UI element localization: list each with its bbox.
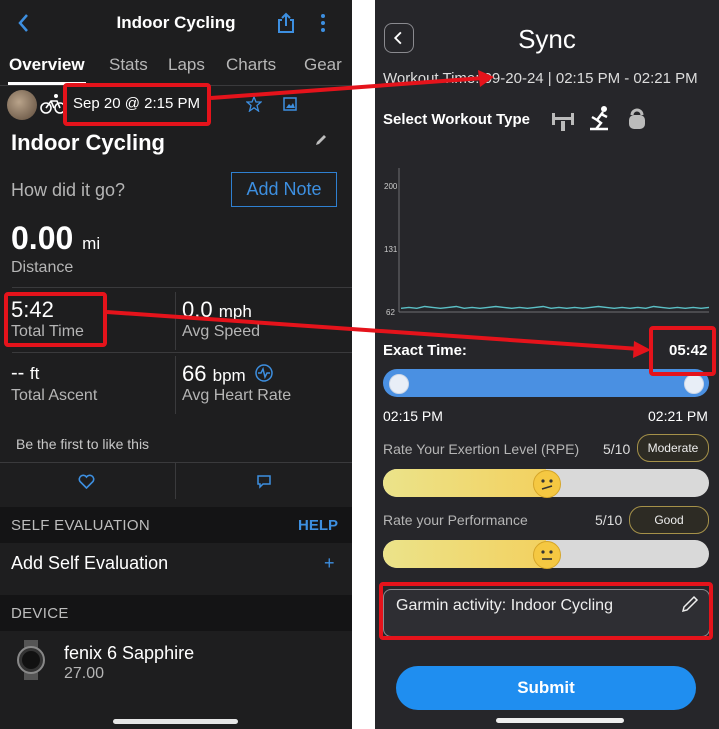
section-header: SELF EVALUATION bbox=[11, 517, 150, 534]
select-workout-type-label: Select Workout Type bbox=[383, 111, 530, 128]
more-options-icon[interactable] bbox=[316, 12, 330, 34]
how-did-it-go-prompt: How did it go? bbox=[11, 180, 126, 200]
end-time: 02:21 PM bbox=[648, 408, 708, 424]
divider bbox=[0, 462, 352, 463]
distance-value: 0.00 mi bbox=[11, 220, 101, 256]
distance-unit: mi bbox=[82, 234, 101, 253]
distance-label: Distance bbox=[11, 259, 74, 276]
y-tick-label: 62 bbox=[386, 308, 395, 317]
rpe-label: Rate Your Exertion Level (RPE) bbox=[383, 441, 580, 457]
device-version: 27.00 bbox=[64, 665, 105, 682]
avatar[interactable] bbox=[7, 90, 37, 120]
avg-speed-label: Avg Speed bbox=[182, 323, 260, 340]
tab-charts[interactable]: Charts bbox=[226, 55, 276, 75]
rpe-slider-fill bbox=[383, 469, 546, 497]
home-indicator bbox=[496, 718, 624, 723]
section-header: DEVICE bbox=[11, 605, 69, 622]
pencil-icon[interactable] bbox=[314, 133, 328, 147]
add-self-evaluation[interactable]: Add Self Evaluation bbox=[11, 553, 168, 574]
heart-rate-icon[interactable] bbox=[255, 364, 273, 382]
device-section: DEVICE bbox=[0, 595, 352, 631]
star-icon[interactable] bbox=[246, 96, 262, 112]
comment-icon[interactable] bbox=[256, 474, 272, 489]
speed-unit: mph bbox=[218, 302, 252, 321]
total-ascent-value: -- ft bbox=[11, 362, 40, 384]
strength-workout-icon[interactable] bbox=[550, 105, 576, 133]
heart-rate-chart: 200 131 62 bbox=[384, 168, 710, 317]
total-ascent-label: Total Ascent bbox=[11, 387, 98, 404]
avg-heart-rate-value: 66 bpm bbox=[182, 361, 246, 386]
exact-time-highlight-box bbox=[649, 326, 716, 376]
rpe-badge: Moderate bbox=[637, 434, 709, 462]
photo-icon[interactable] bbox=[282, 96, 298, 112]
screen-title: Indoor Cycling bbox=[116, 13, 236, 32]
submit-button[interactable]: Submit bbox=[396, 666, 696, 710]
tab-overview[interactable]: Overview bbox=[9, 55, 85, 75]
top-bar: Indoor Cycling bbox=[0, 0, 352, 46]
add-note-button[interactable]: Add Note bbox=[231, 172, 337, 207]
divider bbox=[175, 356, 176, 414]
device-name[interactable]: fenix 6 Sapphire bbox=[64, 643, 194, 664]
divider bbox=[175, 462, 176, 499]
performance-slider-fill bbox=[383, 540, 546, 568]
note-highlight-box bbox=[379, 582, 713, 640]
date-highlight-box bbox=[63, 83, 211, 126]
self-evaluation-section: SELF EVALUATION HELP bbox=[0, 507, 352, 543]
likes-text: Be the first to like this bbox=[16, 436, 150, 452]
divider bbox=[175, 292, 176, 350]
start-time-handle[interactable] bbox=[389, 374, 409, 394]
avg-speed-value: 0.0 mph bbox=[182, 297, 252, 322]
confused-face-icon[interactable] bbox=[533, 470, 561, 498]
performance-label: Rate your Performance bbox=[383, 512, 528, 528]
tab-bar: Overview Stats Laps Charts Gear bbox=[0, 52, 352, 85]
workout-time-value: 09-20-24 | 02:15 PM - 02:21 PM bbox=[483, 70, 698, 87]
end-time-handle[interactable] bbox=[684, 374, 704, 394]
home-indicator bbox=[113, 719, 238, 724]
avg-heart-rate-label: Avg Heart Rate bbox=[182, 387, 292, 404]
performance-badge: Good bbox=[629, 506, 709, 534]
neutral-face-icon[interactable] bbox=[533, 541, 561, 569]
heart-like-icon[interactable] bbox=[78, 474, 95, 489]
total-time-highlight-box bbox=[4, 292, 107, 347]
tab-laps[interactable]: Laps bbox=[168, 55, 205, 75]
y-tick-label: 200 bbox=[384, 182, 398, 191]
divider bbox=[12, 352, 352, 353]
help-link[interactable]: HELP bbox=[298, 517, 338, 534]
heart-rate-line bbox=[400, 305, 710, 310]
y-tick-label: 131 bbox=[384, 245, 398, 254]
exact-time-label: Exact Time: bbox=[383, 342, 467, 359]
kettlebell-icon[interactable] bbox=[624, 105, 650, 133]
performance-value: 5/10 bbox=[595, 512, 623, 528]
activity-title: Indoor Cycling bbox=[11, 130, 165, 155]
watch-icon bbox=[17, 640, 45, 680]
divider bbox=[12, 287, 352, 288]
start-time: 02:15 PM bbox=[383, 408, 443, 424]
heart-rate-unit: bpm bbox=[212, 366, 246, 385]
workout-time-label: Workout Time bbox=[383, 70, 476, 87]
cycling-workout-icon[interactable] bbox=[586, 105, 612, 133]
tab-gear[interactable]: Gear bbox=[304, 55, 342, 75]
rpe-value: 5/10 bbox=[603, 441, 631, 457]
tab-stats[interactable]: Stats bbox=[109, 55, 148, 75]
plus-icon[interactable]: + bbox=[324, 553, 335, 574]
workout-time: Workout Time: 09-20-24 | 02:15 PM - 02:2… bbox=[383, 70, 698, 87]
sync-title: Sync bbox=[518, 24, 576, 54]
share-icon[interactable] bbox=[275, 12, 297, 34]
ascent-unit: ft bbox=[29, 364, 40, 383]
